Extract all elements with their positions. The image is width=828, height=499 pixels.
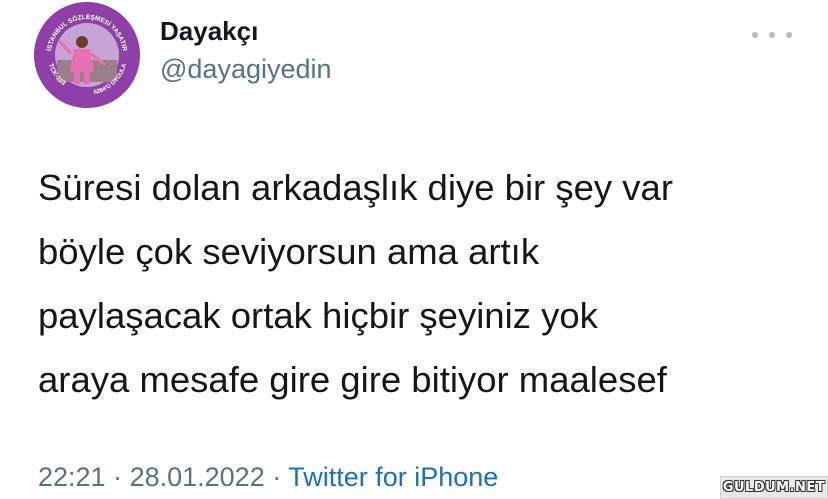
tweet-meta: 22:21 · 28.01.2022 · Twitter for iPhone — [38, 462, 498, 493]
tweet-text-line: Süresi dolan arkadaşlık diye bir şey var — [38, 167, 673, 208]
tweet-date[interactable]: 28.01.2022 — [130, 462, 265, 492]
tweet-text-line: böyle çok seviyorsun ama artık — [38, 231, 540, 272]
ellipsis-icon — [752, 32, 758, 38]
avatar[interactable]: İSTANBUL SÖZLEŞMESİ YAŞATIR TCK-103 6284… — [34, 2, 140, 108]
meta-separator: · — [264, 462, 289, 492]
meta-separator: · — [105, 462, 130, 492]
avatar-logo: İSTANBUL SÖZLEŞMESİ YAŞATIR TCK-103 6284… — [34, 2, 140, 108]
watermark: GULDUM.NET — [720, 476, 828, 499]
more-options-button[interactable] — [752, 26, 792, 44]
ellipsis-icon — [769, 32, 775, 38]
username-handle[interactable]: @dayagiyedin — [160, 54, 332, 85]
tweet-card: İSTANBUL SÖZLEŞMESİ YAŞATIR TCK-103 6284… — [0, 0, 828, 499]
display-name[interactable]: Dayakçı — [160, 16, 258, 47]
tweet-time[interactable]: 22:21 — [38, 462, 106, 492]
tweet-source-link[interactable]: Twitter for iPhone — [288, 462, 498, 492]
tweet-text-line: araya mesafe gire gire bitiyor maalesef — [38, 359, 667, 400]
tweet-text-line: paylaşacak ortak hiçbir şeyiniz yok — [38, 295, 598, 336]
tweet-text: Süresi dolan arkadaşlık diye bir şey var… — [38, 156, 808, 412]
ellipsis-icon — [786, 32, 792, 38]
